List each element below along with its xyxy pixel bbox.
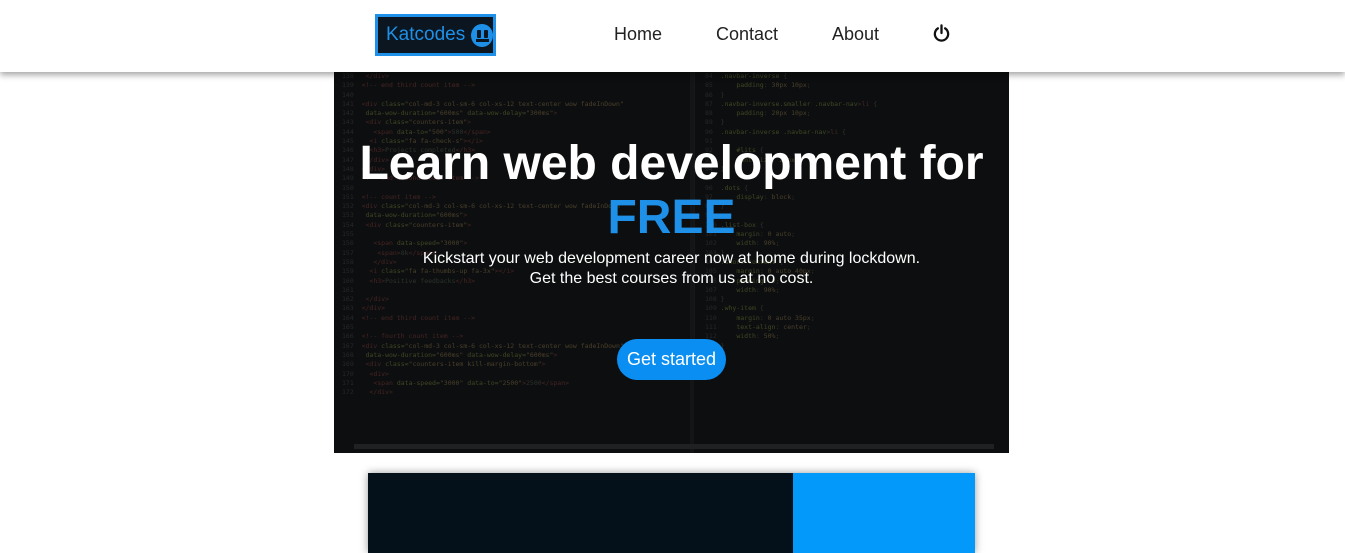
robot-face-icon [471, 23, 493, 47]
feature-card-blue-panel [793, 473, 975, 553]
hero-subtitle: Kickstart your web development career no… [334, 249, 1009, 289]
hero-accent-text: FREE [607, 191, 736, 244]
hero-subtitle-line2: Get the best courses from us at no cost. [529, 270, 814, 287]
hero-title: Learn web development for [359, 137, 984, 190]
logo-text: Katcodes [386, 24, 466, 45]
power-icon[interactable] [932, 24, 951, 43]
nav-home-link[interactable]: Home [614, 24, 662, 45]
logo-link[interactable]: Katcodes [375, 14, 496, 56]
nav-contact-link[interactable]: Contact [716, 24, 778, 45]
navbar: Katcodes Home Contact About [0, 0, 1345, 72]
feature-card-dark-panel [368, 473, 793, 553]
nav-about-link[interactable]: About [832, 24, 879, 45]
feature-card [368, 473, 975, 553]
hero-section: 138 </div> 139 <!-- end third count item… [334, 72, 1009, 453]
hero-subtitle-line1: Kickstart your web development career no… [422, 250, 921, 267]
get-started-button[interactable]: Get started [617, 339, 726, 380]
